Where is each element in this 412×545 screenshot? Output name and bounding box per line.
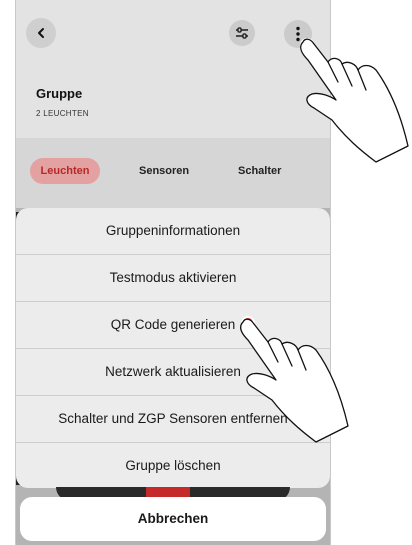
page-subtitle: 2 LEUCHTEN bbox=[36, 109, 89, 118]
tab-schalter[interactable]: Schalter bbox=[238, 158, 281, 184]
menu-item-qr-code[interactable]: QR Code generieren bbox=[16, 302, 330, 349]
sliders-icon bbox=[236, 27, 248, 39]
menu-item-test-mode[interactable]: Testmodus aktivieren bbox=[16, 255, 330, 302]
tap-indicator-dot bbox=[300, 38, 314, 52]
chevron-left-icon bbox=[38, 28, 44, 38]
menu-item-group-info[interactable]: Gruppeninformationen bbox=[16, 208, 330, 255]
tap-indicator-dot bbox=[241, 316, 255, 330]
menu-item-update-network[interactable]: Netzwerk aktualisieren bbox=[16, 349, 330, 396]
tab-leuchten[interactable]: Leuchten bbox=[30, 158, 100, 184]
menu-item-remove-switches[interactable]: Schalter und ZGP Sensoren entfernen bbox=[16, 396, 330, 443]
action-sheet: Gruppeninformationen Testmodus aktiviere… bbox=[16, 208, 330, 488]
menu-item-delete-group[interactable]: Gruppe löschen bbox=[16, 443, 330, 488]
back-button[interactable] bbox=[26, 18, 56, 48]
app-screen: Gruppe 2 LEUCHTEN Leuchten Sensoren Scha… bbox=[15, 0, 331, 545]
cancel-button[interactable]: Abbrechen bbox=[20, 497, 326, 541]
more-vertical-icon bbox=[296, 26, 300, 42]
tab-sensoren[interactable]: Sensoren bbox=[139, 158, 189, 184]
filter-button[interactable] bbox=[229, 20, 255, 46]
page-title: Gruppe bbox=[36, 86, 83, 101]
